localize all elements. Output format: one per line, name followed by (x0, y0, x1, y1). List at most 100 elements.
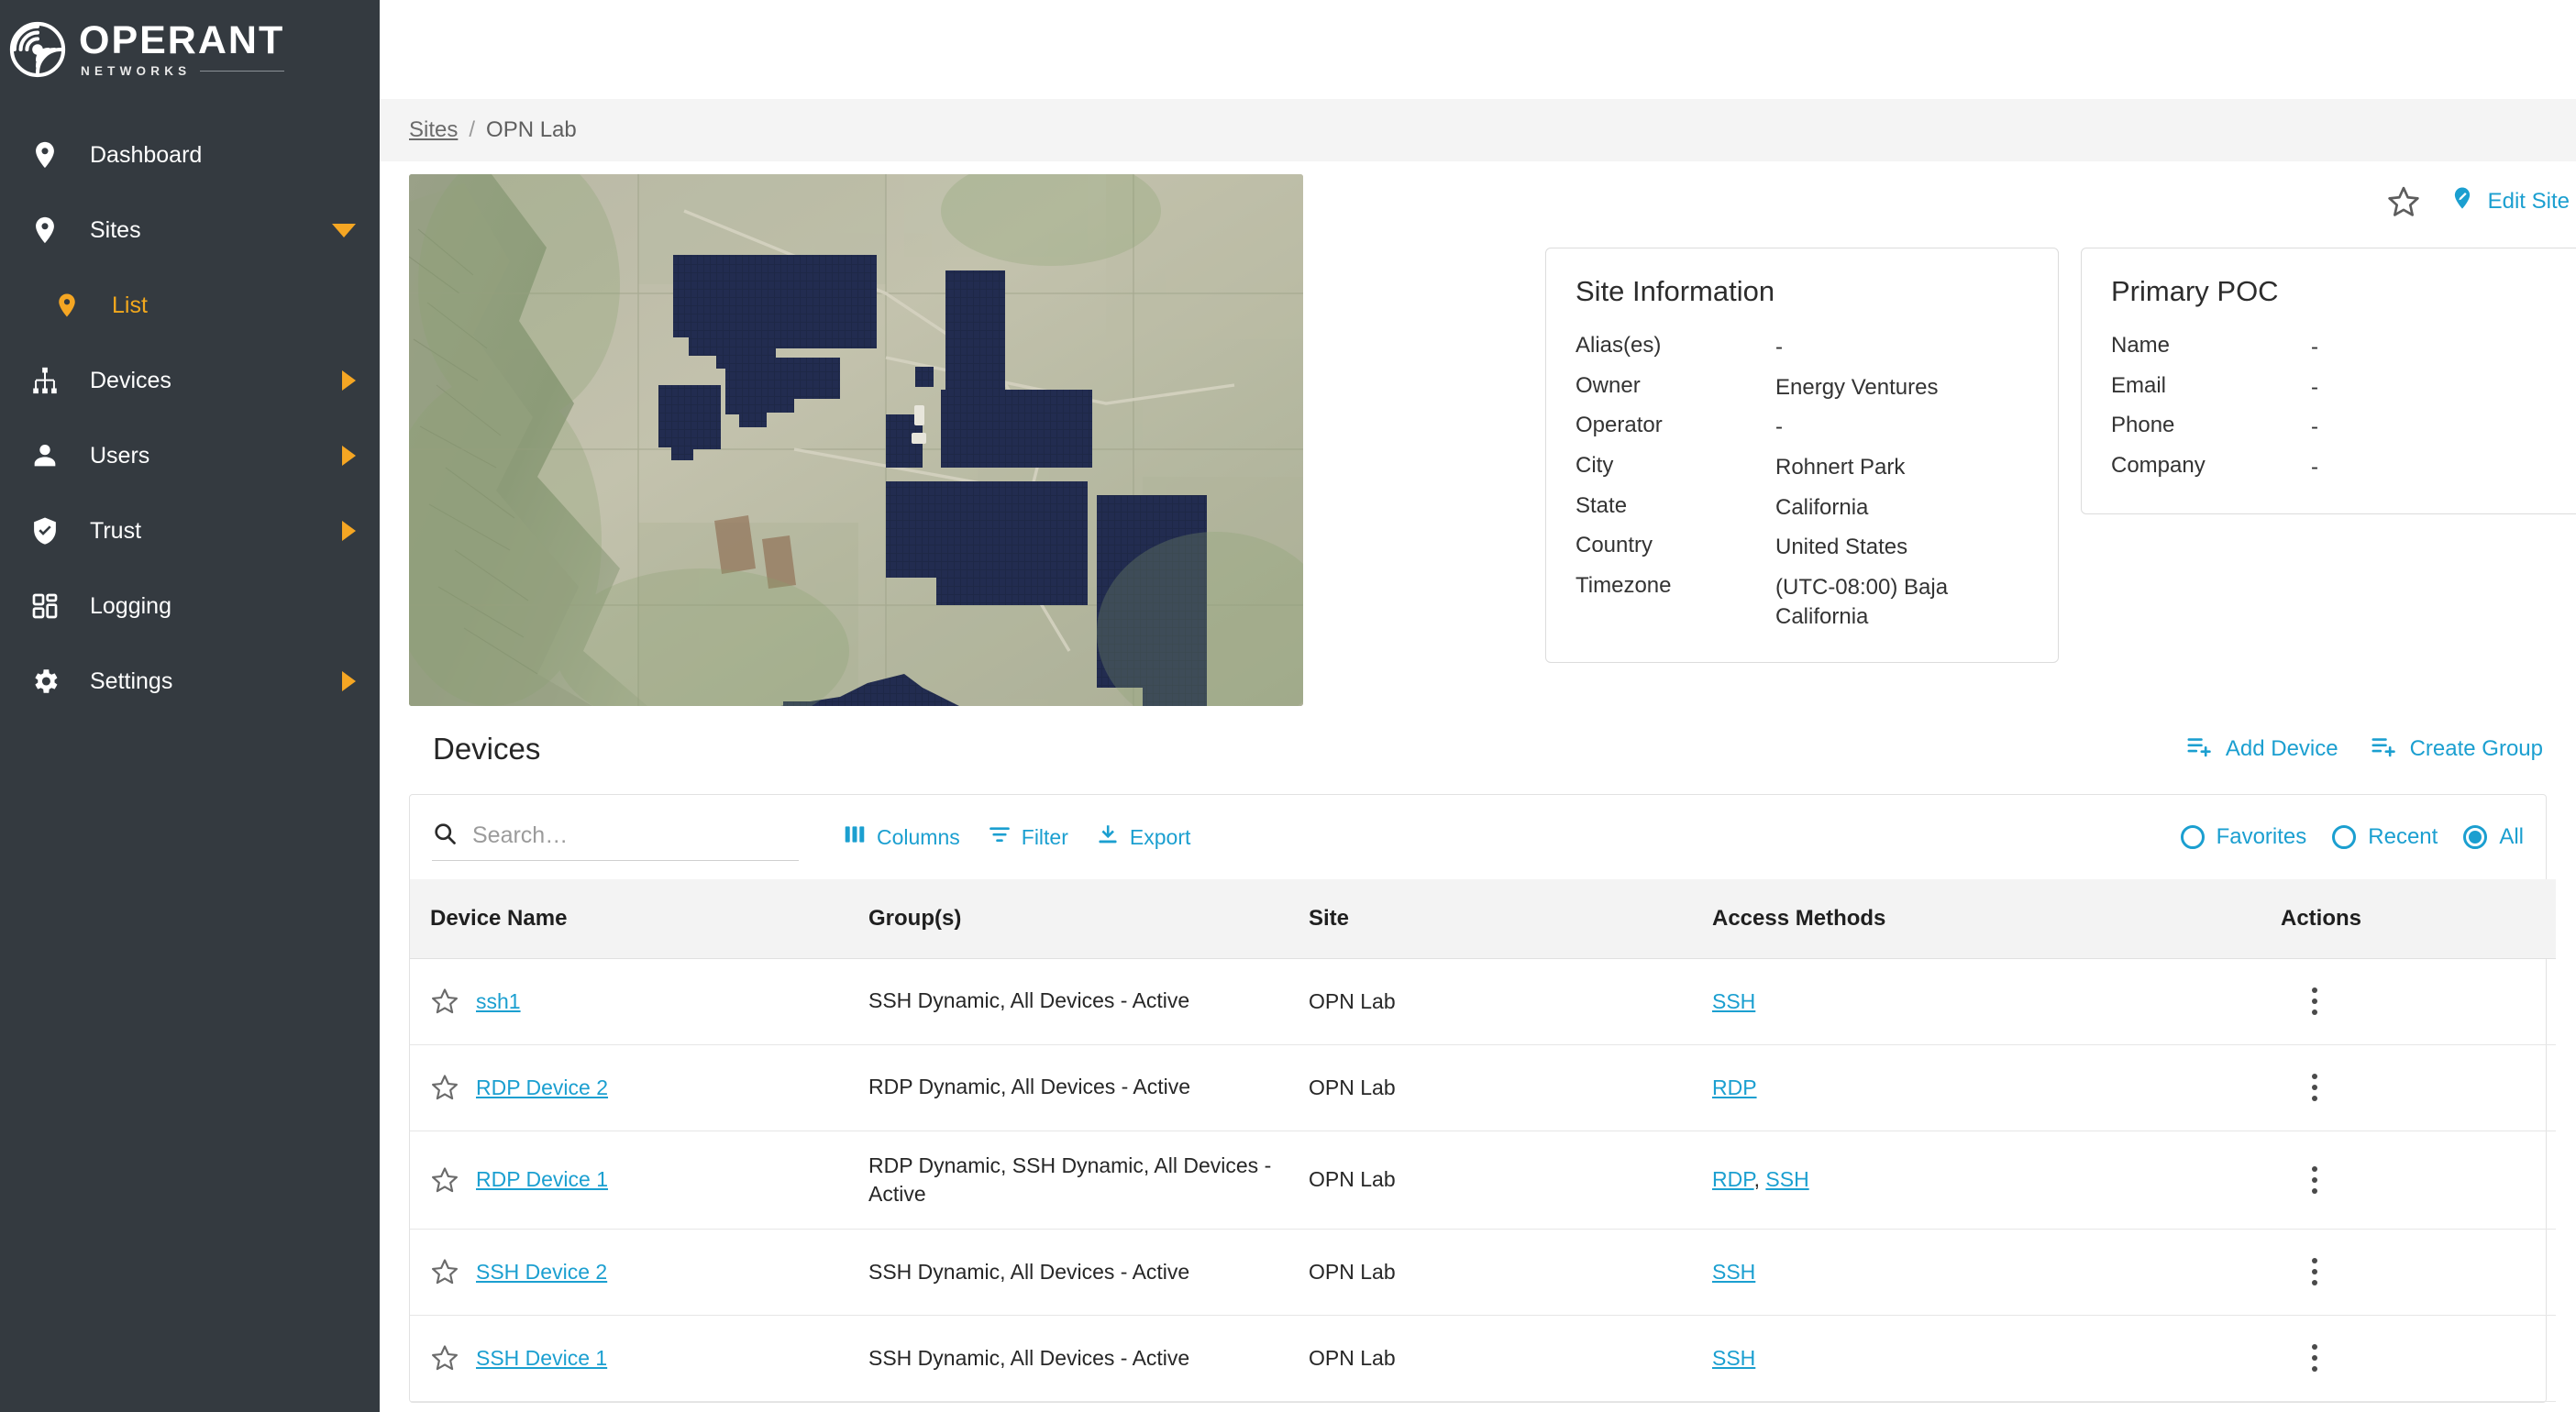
add-device-button[interactable]: Add Device (2185, 733, 2338, 767)
access-method-link[interactable]: SSH (1712, 989, 1755, 1013)
more-vertical-icon[interactable] (2303, 980, 2327, 1022)
chevron-down-icon[interactable] (332, 223, 356, 237)
device-name-link[interactable]: SSH Device 2 (476, 1260, 607, 1285)
search-field[interactable] (432, 813, 799, 861)
star-outline-icon[interactable] (430, 1343, 459, 1373)
column-header-device-name[interactable]: Device Name (410, 879, 868, 959)
device-name-link[interactable]: RDP Device 2 (476, 1076, 608, 1100)
access-method-link[interactable]: SSH (1712, 1346, 1755, 1370)
gear-icon (26, 666, 64, 697)
download-icon (1096, 822, 1120, 852)
sidebar-item-dashboard[interactable]: Dashboard (0, 117, 380, 193)
access-method-link[interactable]: RDP (1712, 1167, 1754, 1191)
chevron-right-icon[interactable] (342, 370, 356, 391)
field-label: Name (2111, 333, 2171, 359)
radio-all[interactable]: All (2463, 824, 2524, 850)
cell-device-name: SSH Device 2 (410, 1229, 868, 1316)
cell-device-name: RDP Device 1 (410, 1131, 868, 1230)
sidebar-item-label: Users (90, 442, 150, 469)
device-name-link[interactable]: ssh1 (476, 989, 521, 1014)
sidebar-item-list[interactable]: List (0, 268, 380, 343)
devices-table-body: ssh1 SSH Dynamic, All Devices - Active O… (410, 958, 2556, 1402)
sidebar-item-devices[interactable]: Devices (0, 343, 380, 418)
field-label: State (1575, 492, 1628, 518)
table-toolbar-links: Columns Filter Export (843, 822, 1190, 852)
search-input[interactable] (470, 822, 773, 850)
star-outline-icon[interactable] (2386, 184, 2421, 219)
columns-label: Columns (877, 824, 960, 849)
star-outline-icon[interactable] (430, 1073, 459, 1102)
radio-circle-icon (2332, 825, 2357, 849)
sidebar-item-trust[interactable]: Trust (0, 493, 380, 568)
columns-button[interactable]: Columns (843, 822, 960, 852)
field-label: Owner (1575, 372, 1641, 398)
radio-favorites[interactable]: Favorites (2180, 824, 2307, 850)
dashboard-grid-icon (26, 591, 64, 621)
cell-site: OPN Lab (1309, 1315, 1712, 1402)
sidebar-item-users[interactable]: Users (0, 418, 380, 493)
chevron-right-icon[interactable] (342, 521, 356, 541)
radio-recent-label: Recent (2368, 824, 2438, 849)
table-row: RDP Device 2 RDP Dynamic, All Devices - … (410, 1044, 2556, 1131)
access-method-link[interactable]: SSH (1712, 1260, 1755, 1284)
cell-access-methods: RDP, SSH (1712, 1131, 2281, 1230)
star-outline-icon[interactable] (430, 1257, 459, 1286)
field-value: - (2311, 414, 2318, 440)
cell-site: OPN Lab (1309, 1229, 1712, 1316)
field-value: - (1775, 335, 1783, 360)
create-group-button[interactable]: Create Group (2370, 733, 2543, 767)
column-header-access-methods[interactable]: Access Methods (1712, 879, 2281, 959)
shield-check-icon (26, 515, 64, 546)
filter-button[interactable]: Filter (988, 822, 1068, 852)
more-vertical-icon[interactable] (2303, 1251, 2327, 1293)
edit-site-label: Edit Site (2487, 189, 2570, 214)
radio-recent[interactable]: Recent (2332, 824, 2438, 850)
field-value: California (1775, 494, 1869, 520)
sidebar-item-logging[interactable]: Logging (0, 568, 380, 644)
info-cards-row: Site Information Alias(es) - Owner Energ… (1325, 248, 2576, 664)
access-method-link[interactable]: RDP (1712, 1076, 1757, 1099)
breadcrumb-link-sites[interactable]: Sites (409, 117, 458, 143)
site-info-row-country: Country United States (1575, 533, 2029, 562)
search-icon (432, 821, 458, 851)
device-name-link[interactable]: SSH Device 1 (476, 1346, 607, 1371)
column-header-groups[interactable]: Group(s) (868, 879, 1309, 959)
field-value: Energy Ventures (1775, 374, 1939, 400)
star-outline-icon[interactable] (430, 1165, 459, 1195)
chevron-right-icon[interactable] (342, 446, 356, 466)
field-label: Alias(es) (1575, 333, 1662, 359)
chevron-right-icon[interactable] (342, 671, 356, 691)
column-header-site[interactable]: Site (1309, 879, 1712, 959)
more-vertical-icon[interactable] (2303, 1337, 2327, 1379)
cell-actions (2281, 958, 2556, 1045)
radio-favorites-label: Favorites (2216, 824, 2307, 849)
cell-site: OPN Lab (1309, 1044, 1712, 1131)
site-info-row-owner: Owner Energy Ventures (1575, 373, 2029, 403)
star-outline-icon[interactable] (430, 987, 459, 1016)
table-row: SSH Device 1 SSH Dynamic, All Devices - … (410, 1315, 2556, 1402)
device-name-link[interactable]: RDP Device 1 (476, 1167, 608, 1192)
field-label: Country (1575, 533, 1653, 558)
location-pin-icon (26, 215, 64, 246)
more-vertical-icon[interactable] (2303, 1066, 2327, 1109)
field-label: Timezone (1575, 573, 1672, 599)
brand-logo[interactable]: OPERANT NETWORKS (0, 0, 380, 99)
site-info-row-aliases: Alias(es) - (1575, 333, 2029, 362)
radio-circle-icon (2180, 825, 2205, 849)
sidebar-item-sites[interactable]: Sites (0, 193, 380, 268)
brand-rule (200, 71, 285, 72)
edit-site-button[interactable]: Edit Site (2449, 185, 2570, 219)
export-button[interactable]: Export (1096, 822, 1190, 852)
cell-actions (2281, 1229, 2556, 1316)
site-information-title: Site Information (1575, 275, 1775, 307)
filter-icon (988, 822, 1012, 852)
person-icon (26, 440, 64, 471)
cell-device-name: RDP Device 2 (410, 1044, 868, 1131)
location-pin-icon (48, 292, 86, 319)
site-info-row-city: City Rohnert Park (1575, 453, 2029, 482)
sidebar-item-label: List (112, 292, 148, 318)
more-vertical-icon[interactable] (2303, 1159, 2327, 1201)
cell-groups: RDP Dynamic, SSH Dynamic, All Devices - … (868, 1131, 1309, 1230)
access-method-link[interactable]: SSH (1765, 1167, 1808, 1191)
sidebar-item-settings[interactable]: Settings (0, 644, 380, 719)
